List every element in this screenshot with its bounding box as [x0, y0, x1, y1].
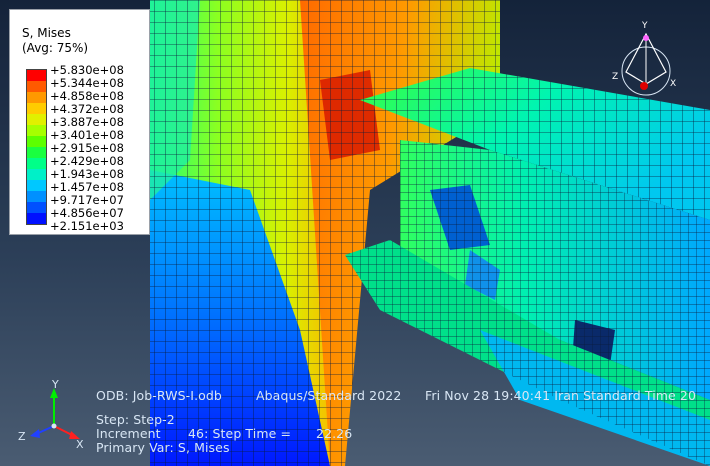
increment-value: 46: Step Time = — [188, 426, 292, 441]
legend-value: +2.429e+08 — [50, 154, 124, 168]
legend-value: +1.943e+08 — [50, 167, 124, 181]
legend-band — [27, 136, 46, 147]
coordinate-triad: Y X Z — [18, 378, 84, 450]
legend-band — [27, 103, 46, 114]
legend-value: +5.830e+08 — [50, 63, 124, 77]
view-cube-z-label: Z — [612, 72, 618, 82]
legend-value: +5.344e+08 — [50, 76, 124, 90]
legend-value: +2.151e+03 — [50, 219, 124, 233]
legend-value: +4.372e+08 — [50, 102, 124, 116]
legend-value: +3.887e+08 — [50, 115, 124, 129]
odb-label: ODB: Job-RWS-I.odb — [96, 388, 222, 403]
legend-band — [27, 92, 46, 103]
legend-value: +9.717e+07 — [50, 193, 124, 207]
view-cube-y-label: Y — [641, 21, 648, 31]
legend-value: +3.401e+08 — [50, 128, 124, 142]
legend-band — [27, 81, 46, 92]
legend-title: S, Mises — [22, 26, 71, 40]
legend-value: +1.457e+08 — [50, 180, 124, 194]
legend-value: +4.856e+07 — [50, 206, 124, 220]
view-cube-x-label: X — [670, 79, 676, 89]
legend-band — [27, 158, 46, 169]
view-cube[interactable]: Y Z X — [608, 16, 678, 106]
legend-band — [27, 70, 46, 81]
legend-value: +4.858e+08 — [50, 89, 124, 103]
increment-label: Increment — [96, 426, 161, 441]
legend-color-bar — [26, 69, 47, 225]
step-time-value: 22.26 — [316, 426, 353, 441]
legend-band — [27, 114, 46, 125]
triad-y-label: Y — [51, 378, 59, 391]
date-label: Fri Nov 28 19:40:41 Iran Standard Time 2… — [425, 388, 697, 403]
solver-label: Abaqus/Standard 2022 — [256, 388, 402, 403]
primary-var-label: Primary Var: S, Mises — [96, 440, 230, 455]
legend-band — [27, 125, 46, 136]
legend-band — [27, 147, 46, 158]
legend-band — [27, 169, 46, 180]
legend-value: +2.915e+08 — [50, 141, 124, 155]
step-label: Step: Step-2 — [96, 412, 175, 427]
contour-legend: S, Mises (Avg: 75%) +5.830e+08 +5.344e+08… — [9, 9, 150, 235]
triad-z-label: Z — [18, 430, 26, 443]
legend-band — [27, 191, 46, 202]
legend-subtitle: (Avg: 75%) — [22, 41, 89, 55]
triad-x-label: X — [76, 438, 84, 450]
legend-band — [27, 213, 46, 224]
legend-band — [27, 202, 46, 213]
legend-band — [27, 180, 46, 191]
